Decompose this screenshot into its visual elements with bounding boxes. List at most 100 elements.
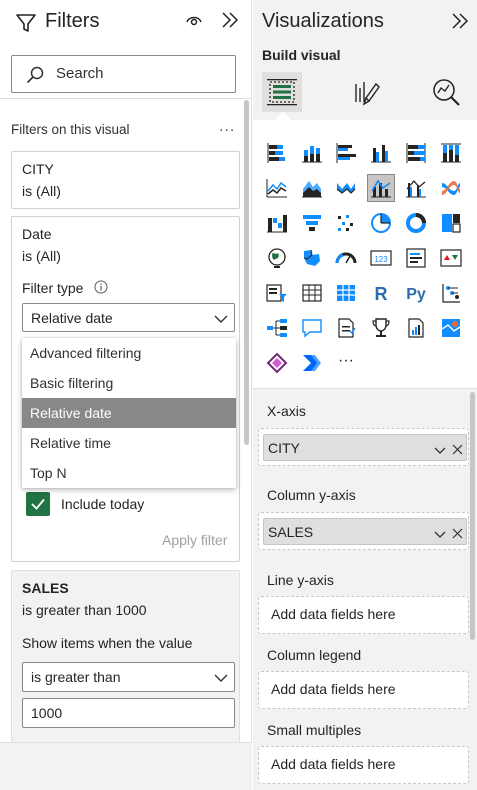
r-script-visual-icon[interactable]: R — [368, 280, 394, 306]
format-visual-icon — [350, 76, 382, 111]
power-apps-icon[interactable] — [264, 350, 290, 376]
treemap-icon[interactable] — [438, 210, 464, 236]
stacked-area-chart-icon[interactable] — [333, 175, 359, 201]
slicer-icon[interactable] — [264, 280, 290, 306]
filter-card-sales[interactable]: SALES is greater than 1000 Show items wh… — [11, 570, 240, 745]
condition-dropdown[interactable]: is greater than — [22, 662, 235, 692]
more-options-button[interactable]: ... — [219, 118, 235, 136]
line-and-clustered-column-chart-icon[interactable] — [403, 175, 429, 201]
collapse-visualizations-icon[interactable] — [450, 11, 470, 31]
ribbon-chart-icon[interactable] — [438, 175, 464, 201]
qa-visual-icon[interactable] — [299, 315, 325, 341]
search-placeholder: Search — [56, 65, 104, 82]
filled-map-icon[interactable] — [299, 245, 325, 271]
chip-field-name: SALES — [268, 524, 314, 540]
funnel-icon — [15, 12, 37, 34]
active-tab-caret — [275, 112, 291, 120]
filters-header: Filters — [0, 0, 252, 46]
divider — [0, 98, 252, 99]
matrix-icon[interactable] — [333, 280, 359, 306]
close-icon[interactable] — [452, 442, 463, 455]
filter-type-menu: Advanced filtering Basic filtering Relat… — [22, 338, 236, 488]
waterfall-chart-icon[interactable] — [264, 210, 290, 236]
line-y-axis-well[interactable]: Add data fields here — [258, 596, 469, 634]
table-icon[interactable] — [299, 280, 325, 306]
filters-pane: Filters Search Filters on this visual ..… — [0, 0, 252, 790]
chip-field-name: CITY — [268, 440, 300, 456]
threshold-input[interactable]: 1000 — [22, 698, 235, 728]
menu-item-relative-date[interactable]: Relative date — [22, 398, 236, 428]
filter-card-city[interactable]: CITY is (All) — [11, 151, 240, 209]
gauge-icon[interactable] — [333, 245, 359, 271]
visualizations-scrollbar[interactable] — [469, 392, 475, 782]
column-legend-label: Column legend — [267, 647, 362, 663]
stacked-bar-chart-icon[interactable] — [264, 140, 290, 166]
small-multiples-well[interactable]: Add data fields here — [258, 746, 469, 784]
menu-item-advanced-filtering[interactable]: Advanced filtering — [22, 338, 236, 368]
filter-card-summary: is greater than 1000 — [22, 602, 147, 618]
info-icon — [94, 280, 108, 294]
include-today-checkbox[interactable] — [26, 492, 50, 516]
column-y-axis-well[interactable]: SALES — [258, 512, 469, 550]
map-icon[interactable] — [264, 245, 290, 271]
apply-filter-button[interactable]: Apply filter — [162, 532, 227, 548]
100-stacked-bar-chart-icon[interactable] — [403, 140, 429, 166]
svg-text:R: R — [375, 284, 388, 304]
area-chart-icon[interactable] — [299, 175, 325, 201]
multi-row-card-icon[interactable] — [403, 245, 429, 271]
column-y-field-chip[interactable]: SALES — [263, 518, 467, 545]
svg-text:123: 123 — [374, 255, 388, 264]
threshold-value: 1000 — [31, 705, 63, 721]
line-chart-icon[interactable] — [264, 175, 290, 201]
filter-card-summary: is (All) — [22, 248, 61, 264]
more-visuals-icon[interactable]: ··· — [333, 348, 359, 374]
eye-icon[interactable] — [185, 11, 203, 29]
format-visual-tab[interactable] — [346, 72, 386, 112]
clustered-bar-chart-icon[interactable] — [333, 140, 359, 166]
analytics-tab[interactable] — [426, 72, 466, 112]
smart-narrative-icon[interactable] — [333, 315, 359, 341]
funnel-chart-icon[interactable] — [299, 210, 325, 236]
dropdown-value: is greater than — [31, 669, 121, 685]
line-and-stacked-column-chart-icon[interactable] — [367, 174, 395, 202]
chevron-down-icon[interactable] — [434, 527, 446, 538]
scatter-chart-icon[interactable] — [333, 210, 359, 236]
paginated-report-icon[interactable] — [403, 315, 429, 341]
include-today-label: Include today — [61, 496, 145, 512]
x-axis-field-chip[interactable]: CITY — [263, 434, 467, 461]
python-visual-icon[interactable]: Py — [403, 280, 429, 306]
menu-item-top-n[interactable]: Top N — [22, 458, 236, 488]
menu-item-relative-time[interactable]: Relative time — [22, 428, 236, 458]
search-icon — [26, 66, 44, 84]
column-legend-well[interactable]: Add data fields here — [258, 671, 469, 709]
well-placeholder: Add data fields here — [271, 756, 396, 772]
key-influencers-icon[interactable] — [438, 280, 464, 306]
power-automate-icon[interactable] — [299, 350, 325, 376]
filter-type-dropdown[interactable]: Relative date — [22, 303, 235, 332]
build-visual-tab[interactable] — [262, 72, 302, 112]
menu-item-basic-filtering[interactable]: Basic filtering — [22, 368, 236, 398]
close-icon[interactable] — [452, 526, 463, 539]
x-axis-label: X-axis — [267, 403, 306, 419]
chevron-down-icon — [214, 312, 228, 324]
goals-icon[interactable] — [368, 315, 394, 341]
donut-chart-icon[interactable] — [403, 210, 429, 236]
chevron-down-icon[interactable] — [434, 443, 446, 454]
x-axis-well[interactable]: CITY — [258, 428, 469, 466]
scrollbar-thumb[interactable] — [244, 100, 249, 445]
filters-scrollbar[interactable] — [243, 100, 249, 742]
filters-search-input[interactable]: Search — [11, 55, 236, 93]
small-multiples-label: Small multiples — [267, 722, 362, 738]
card-icon[interactable]: 123 — [368, 245, 394, 271]
kpi-icon[interactable] — [438, 245, 464, 271]
azure-map-icon[interactable] — [438, 315, 464, 341]
100-stacked-column-chart-icon[interactable] — [438, 140, 464, 166]
filter-card-field: CITY — [22, 161, 54, 177]
decomposition-tree-icon[interactable] — [264, 315, 290, 341]
stacked-column-chart-icon[interactable] — [299, 140, 325, 166]
pie-chart-icon[interactable] — [368, 210, 394, 236]
collapse-filters-icon[interactable] — [220, 10, 240, 30]
filter-type-label: Filter type — [22, 280, 84, 296]
clustered-column-chart-icon[interactable] — [368, 140, 394, 166]
scrollbar-thumb[interactable] — [470, 392, 475, 640]
